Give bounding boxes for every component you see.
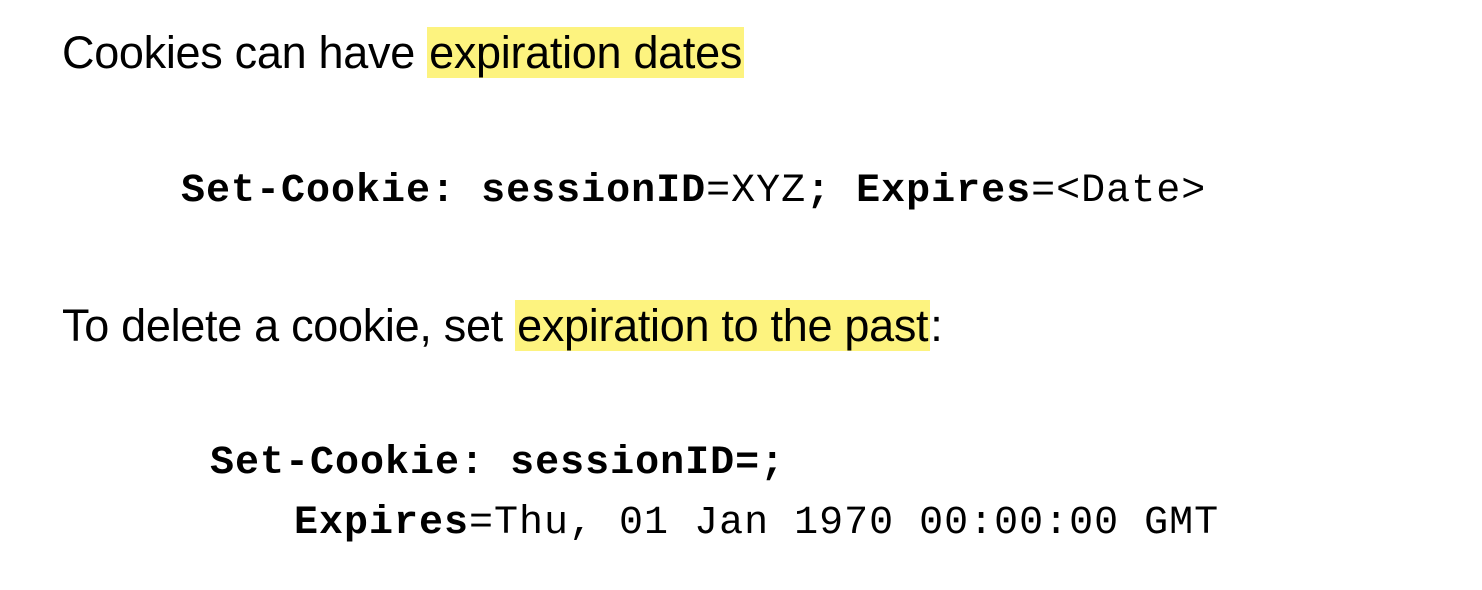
cookie-value: =XYZ xyxy=(706,169,807,214)
expires-attribute-name: Expires xyxy=(294,501,470,546)
header-name: Set-Cookie: xyxy=(181,169,457,214)
statement-trailing-colon: : xyxy=(930,300,943,351)
expiration-dates-statement: Cookies can have expiration dates xyxy=(62,27,745,79)
expires-past-date: =Thu, 01 Jan 1970 00:00:00 GMT xyxy=(469,501,1220,546)
expires-attribute-name: Expires xyxy=(856,169,1032,214)
attribute-separator: ; xyxy=(806,169,857,214)
highlighted-phrase: expiration dates xyxy=(427,27,745,78)
header-name: Set-Cookie: xyxy=(210,441,486,486)
expires-attribute-value: =<Date> xyxy=(1031,169,1207,214)
set-cookie-expires-example: Set-Cookie: sessionID=XYZ; Expires=<Date… xyxy=(181,168,1206,216)
delete-cookie-example-line2: Expires=Thu, 01 Jan 1970 00:00:00 GMT xyxy=(294,500,1219,548)
highlighted-phrase: expiration to the past xyxy=(515,300,931,351)
statement-lead-text: To delete a cookie, set xyxy=(62,300,516,351)
delete-cookie-example-line1: Set-Cookie: sessionID=; xyxy=(210,440,785,488)
delete-cookie-statement: To delete a cookie, set expiration to th… xyxy=(62,300,943,352)
empty-cookie-assignment: sessionID=; xyxy=(510,441,786,486)
statement-lead-text: Cookies can have xyxy=(62,27,428,78)
cookie-name: sessionID xyxy=(481,169,707,214)
